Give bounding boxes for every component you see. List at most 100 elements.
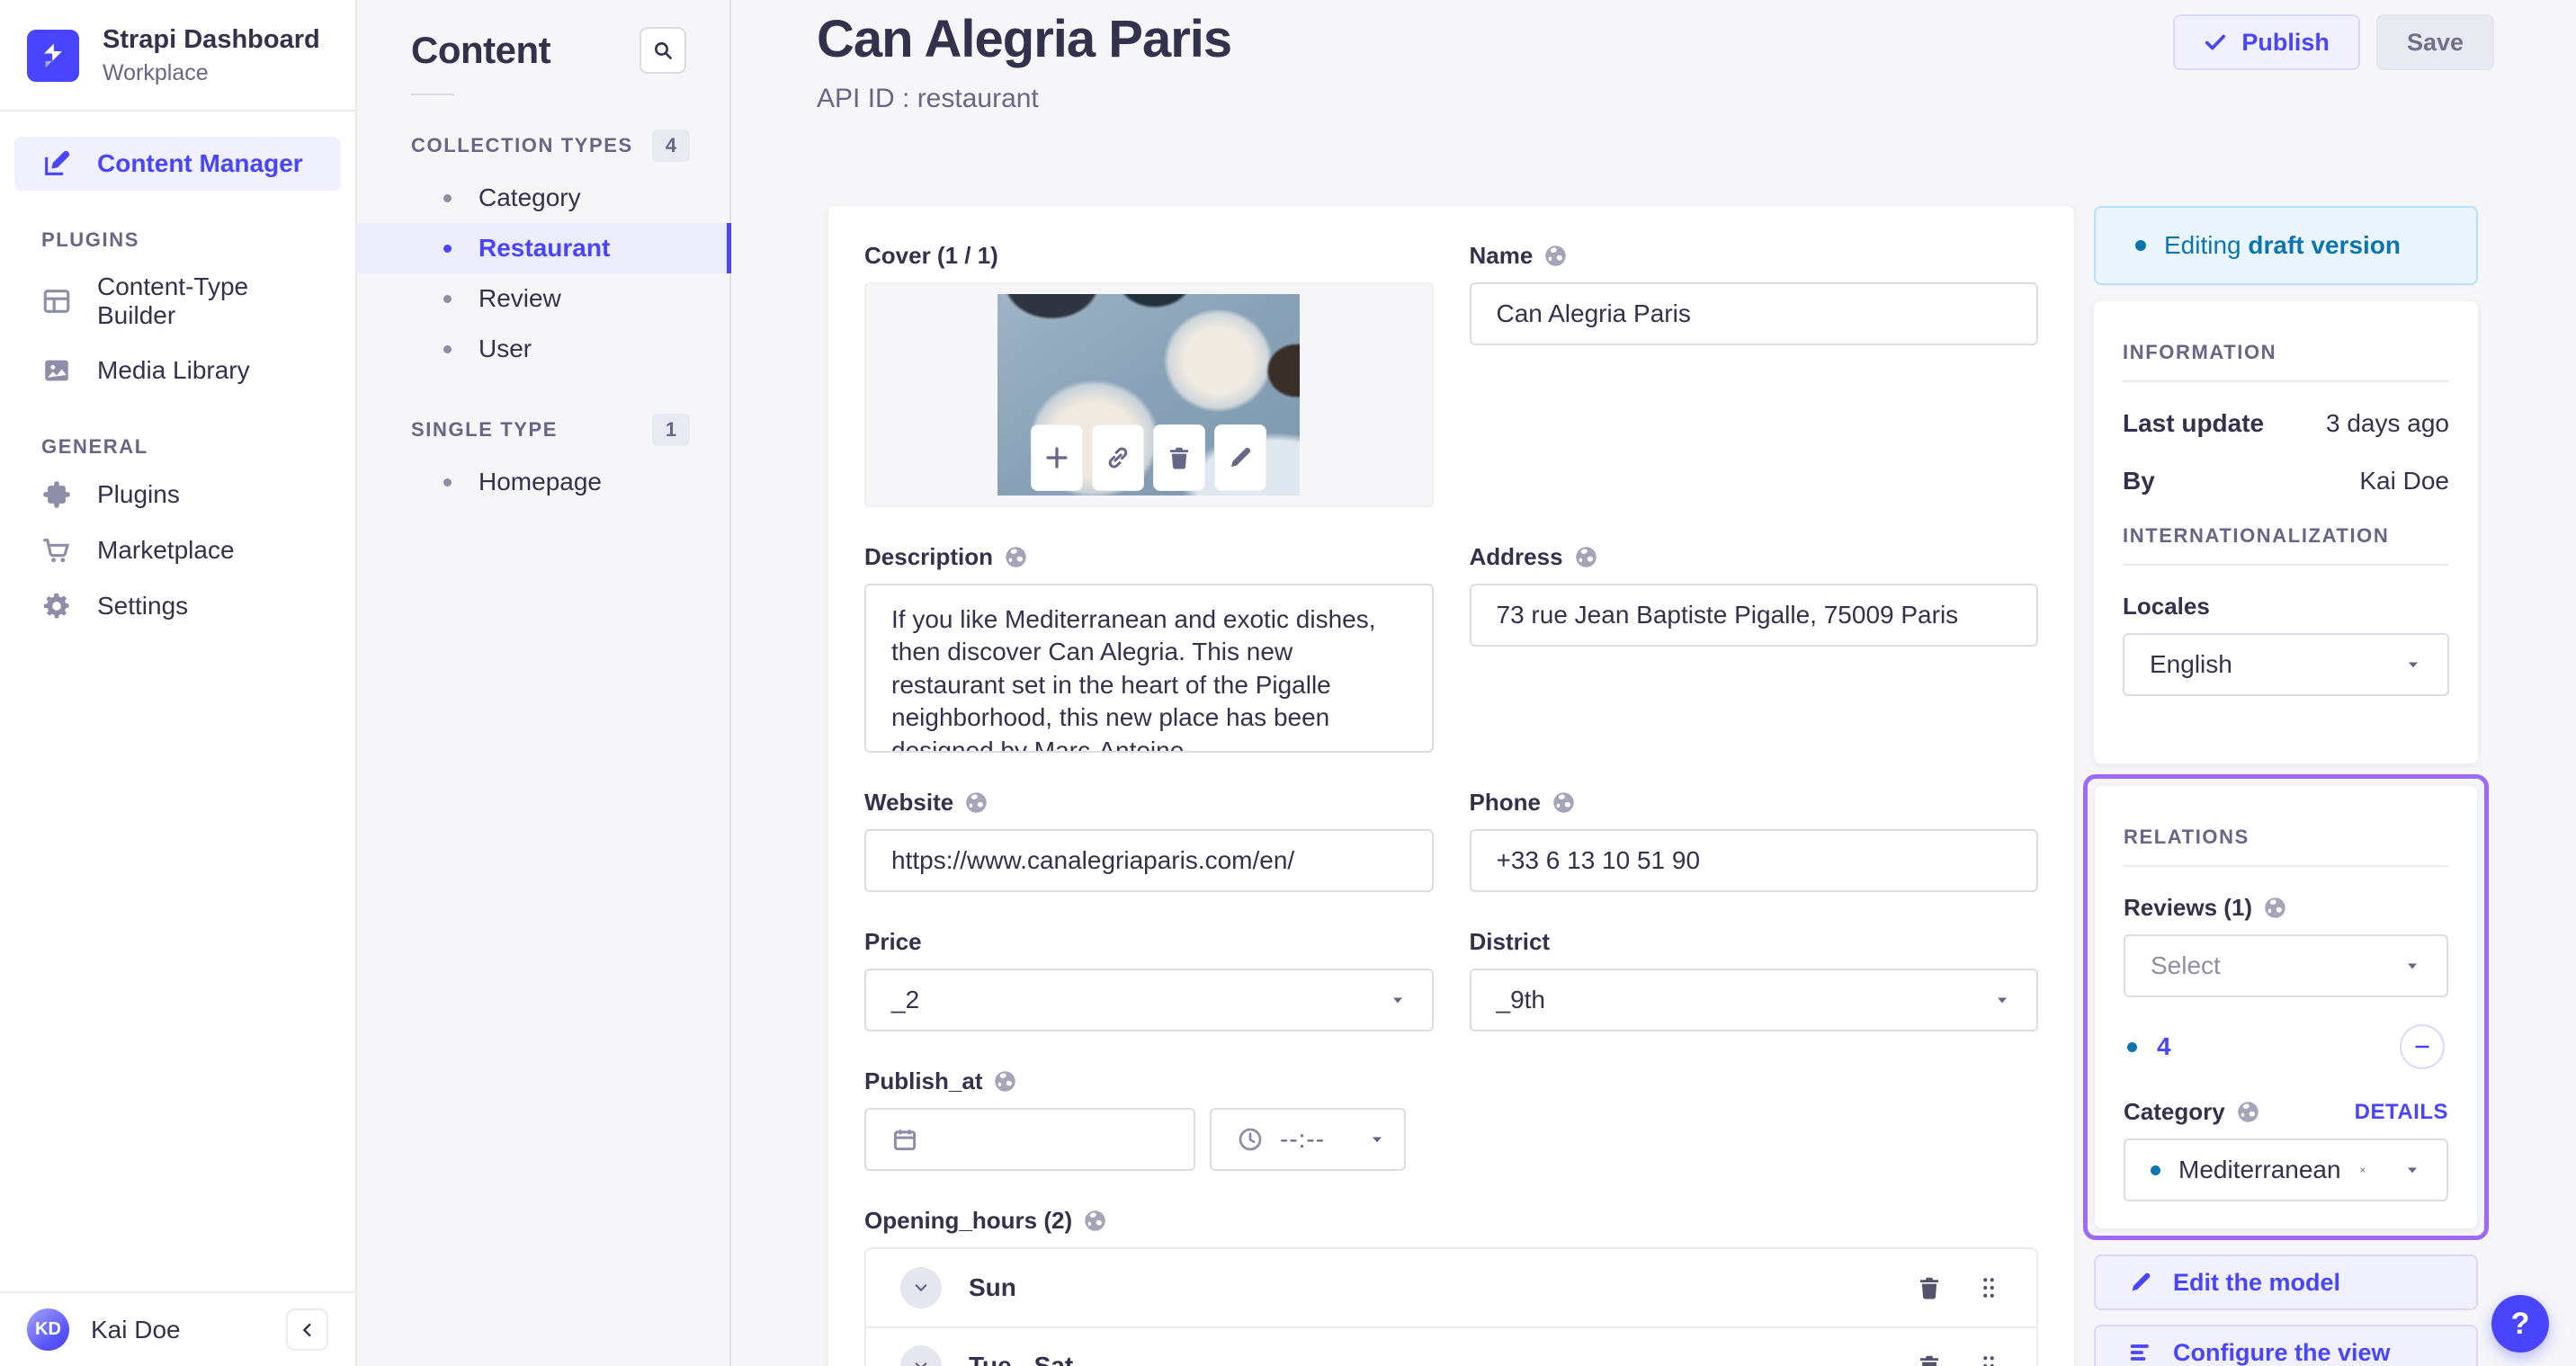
trash-icon[interactable] [1916,1274,1943,1301]
user-name: Kai Doe [91,1315,181,1344]
edit-model-button[interactable]: Edit the model [2094,1254,2478,1310]
expand-row-button[interactable] [900,1345,942,1366]
subnav-title: Content [411,29,551,71]
relations-label: RELATIONS [2124,826,2250,848]
brand-title: Strapi Dashboard [103,25,320,54]
bullet-icon [443,193,452,202]
subnav-item-label: User [479,335,532,362]
globe-icon [1004,545,1028,569]
calendar-icon [891,1126,918,1153]
collection-types-count-badge: 4 [652,129,690,162]
remove-relation-button[interactable] [2400,1024,2445,1069]
pencil-icon [1227,444,1254,471]
sidebar-item-content-manager[interactable]: Content Manager [14,136,341,191]
subnav-item-review[interactable]: Review [357,273,729,324]
strapi-logo-icon [27,29,79,82]
phone-input[interactable] [1469,829,2038,892]
field-name: Name [1469,242,2038,507]
sidebar-item-label: Plugins [97,479,180,508]
subnav-item-label: Category [479,183,581,211]
page-title: Can Alegria Paris [817,10,1232,68]
clear-icon[interactable] [2359,1158,2366,1182]
sidebar-item-label: Settings [97,591,189,620]
subnav-item-restaurant[interactable]: Restaurant [357,223,731,273]
collection-types-label: COLLECTION TYPES [411,134,633,156]
collapse-sidebar-button[interactable] [286,1308,328,1351]
details-link[interactable]: DETAILS [2355,1100,2448,1125]
category-select[interactable]: Mediterranean [2124,1138,2448,1201]
subnav-item-user[interactable]: User [357,324,729,374]
copy-link-button[interactable] [1092,424,1145,491]
help-button[interactable]: ? [2491,1295,2549,1353]
subnav-item-label: Review [479,284,561,312]
main-sidebar: Strapi Dashboard Workplace Content Manag… [0,0,357,1366]
divider [2123,380,2449,382]
publish-at-date-input[interactable] [864,1108,1195,1171]
district-label: District [1469,928,1551,955]
opening-hours-row-tue-sat: Tue - Sat [866,1326,2036,1366]
price-select[interactable]: _2 [864,969,1434,1031]
publish-at-label: Publish_at [864,1067,983,1094]
drag-handle-icon[interactable] [1975,1274,2002,1301]
field-price: Price _2 [864,928,1434,1031]
cover-label: Cover (1 / 1) [864,242,998,269]
publish-at-time-input[interactable]: --:-- [1210,1108,1406,1171]
field-address: Address [1469,543,2038,753]
caret-down-icon [1368,1130,1386,1148]
draft-dot-icon [2127,1041,2137,1052]
reviews-select[interactable]: Select [2124,934,2448,997]
right-panel: Editing draft version INFORMATION Last u… [2083,206,2489,1366]
by-value: Kai Doe [2359,467,2449,495]
subnav-item-label: Homepage [479,468,602,496]
cover-upload-zone[interactable] [864,282,1434,507]
drag-handle-icon[interactable] [1975,1353,2002,1366]
sidebar-item-plugins[interactable]: Plugins [14,468,341,522]
expand-row-button[interactable] [900,1267,942,1308]
filter-lines-icon [2128,1340,2153,1365]
opening-hours-label: Opening_hours (2) [864,1207,1073,1234]
sidebar-item-content-type-builder[interactable]: Content-Type Builder [14,261,341,342]
trash-icon[interactable] [1916,1353,1943,1366]
page-header: Can Alegria Paris API ID : restaurant Pu… [731,9,2576,114]
field-website: Website [864,789,1434,892]
bullet-icon [443,478,452,487]
subnav-item-category[interactable]: Category [357,173,729,223]
name-input[interactable] [1469,282,2038,345]
save-button[interactable]: Save [2375,14,2494,70]
chevron-down-icon [913,1358,929,1366]
sidebar-item-marketplace[interactable]: Marketplace [14,523,341,577]
sidebar-item-media-library[interactable]: Media Library [14,344,341,397]
minus-icon [2412,1037,2432,1057]
description-label: Description [864,543,994,570]
price-label: Price [864,928,922,955]
add-media-button[interactable] [1031,424,1084,491]
address-input[interactable] [1469,584,2038,647]
field-phone: Phone [1469,789,2038,892]
subnav-item-homepage[interactable]: Homepage [357,457,729,507]
configure-view-button[interactable]: Configure the view [2094,1325,2478,1366]
information-card: INFORMATION Last update 3 days ago By Ka… [2094,301,2478,763]
edit-media-button[interactable] [1214,424,1267,491]
layout-icon [41,286,72,317]
internationalization-label: INTERNATIONALIZATION [2123,524,2390,547]
bullet-icon [443,294,452,303]
relations-highlight-outline: RELATIONS Reviews (1) Select 4 Category … [2083,774,2489,1240]
district-select[interactable]: _9th [1469,969,2038,1031]
globe-icon [2263,896,2287,920]
relation-link[interactable]: 4 [2157,1032,2171,1061]
last-update-row: Last update 3 days ago [2123,409,2449,437]
publish-button[interactable]: Publish [2173,14,2360,70]
sidebar-item-label: Content Manager [97,148,303,177]
strapi-app: Strapi Dashboard Workplace Content Manag… [0,0,2576,1366]
single-type-label: SINGLE TYPE [411,418,559,441]
locale-select[interactable]: English [2123,633,2449,696]
information-label: INFORMATION [2123,341,2277,363]
search-button[interactable] [640,27,686,74]
search-icon [652,40,674,61]
puzzle-icon [41,479,72,510]
description-textarea[interactable]: If you like Mediterranean and exotic dis… [864,584,1434,753]
delete-media-button[interactable] [1153,424,1206,491]
address-label: Address [1469,543,1563,570]
website-input[interactable] [864,829,1434,892]
sidebar-item-settings[interactable]: Settings [14,579,341,633]
